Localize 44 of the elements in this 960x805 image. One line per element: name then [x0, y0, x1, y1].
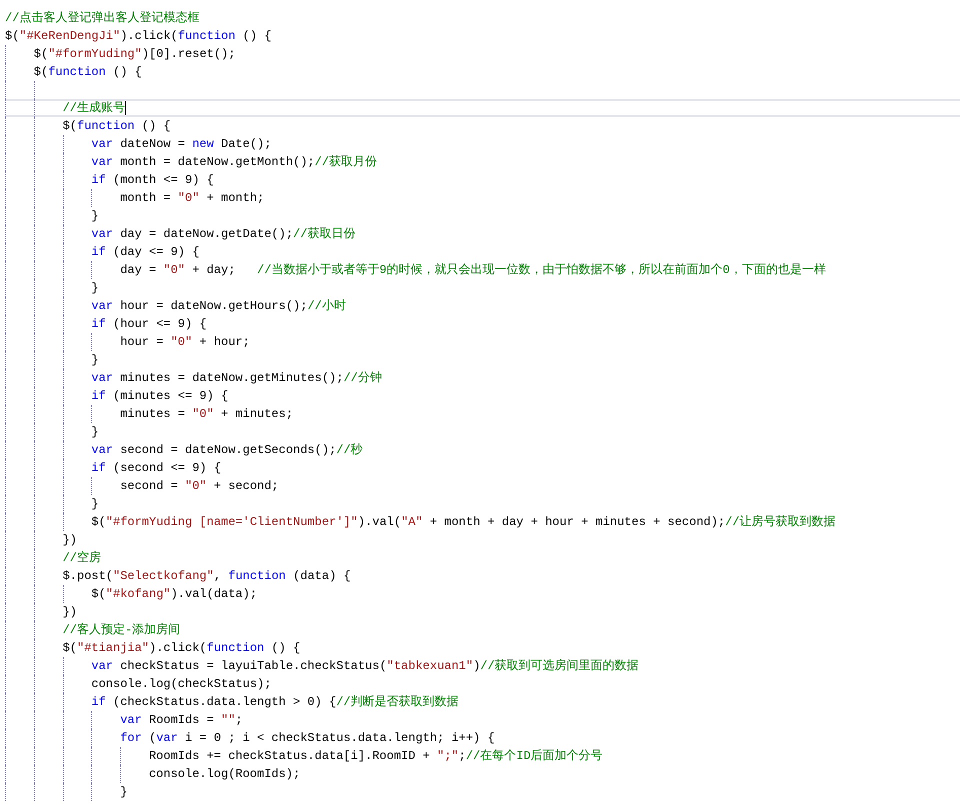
code-line: if (day <= 9) { [91, 245, 200, 259]
code-line: $(function () { [62, 119, 171, 133]
code-line: var day = dateNow.getDate();//获取日份 [91, 227, 356, 241]
code-line: if (hour <= 9) { [91, 317, 207, 331]
code-line: } [91, 425, 99, 439]
code-line: minutes = "0" + minutes; [120, 407, 294, 421]
code-line: } [91, 209, 99, 223]
code-line: if (checkStatus.data.length > 0) {//判断是否获取到数据 [91, 695, 459, 709]
code-line: }) [62, 533, 77, 547]
code-line: } [120, 785, 128, 799]
code-line: for (var i = 0 ; i < checkStatus.data.length; i++) { [120, 731, 495, 745]
code-line: $("#formYuding [name='ClientNumber']").val("A" + month + day + hour + minutes + second);//让房号获取到数据 [91, 515, 836, 529]
code-line: } [91, 497, 99, 511]
code-line: var second = dateNow.getSeconds();//秒 [91, 443, 363, 457]
code-line: //客人预定-添加房间 [62, 623, 180, 637]
code-line: console.log(checkStatus); [91, 677, 272, 691]
code-line: day = "0" + day; //当数据小于或者等于9的时候，就只会出现一位数，由于怕数据不够，所以在前面加个0，下面的也是一样 [120, 263, 826, 277]
code-line: if (minutes <= 9) { [91, 389, 228, 403]
code-line: if (month <= 9) { [91, 173, 214, 187]
code-line: $.post("Selectkofang", function (data) { [62, 569, 351, 583]
code-line: $("#KeRenDengJi").click(function () { [5, 29, 272, 43]
code-line: var checkStatus = layuiTable.checkStatus("tabkexuan1")//获取到可选房间里面的数据 [91, 659, 639, 673]
code-line: $("#tianjia").click(function () { [62, 641, 300, 655]
code-line: RoomIds += checkStatus.data[i].RoomID + ";";//在每个ID后面加个分号 [148, 749, 603, 763]
code-line: var minutes = dateNow.getMinutes();//分钟 [91, 371, 382, 385]
code-line: hour = "0" + hour; [120, 335, 250, 349]
code-line: month = "0" + month; [120, 191, 264, 205]
text-cursor [125, 101, 126, 115]
code-line: }) [62, 605, 77, 619]
code-line: var dateNow = new Date(); [91, 137, 272, 151]
code-line: } [91, 281, 99, 295]
code-line: var hour = dateNow.getHours();//小时 [91, 299, 346, 313]
code-line: } [91, 353, 99, 367]
code-line: $("#kofang").val(data); [91, 587, 258, 601]
code-line: //生成账号 [62, 101, 125, 115]
code-line: $("#formYuding")[0].reset(); [34, 47, 236, 61]
code-line: console.log(RoomIds); [148, 767, 300, 781]
code-line: $(function () { [34, 65, 142, 79]
code-line: second = "0" + second; [120, 479, 279, 493]
code-line: var month = dateNow.getMonth();//获取月份 [91, 155, 378, 169]
code-line: //空房 [62, 551, 101, 565]
code-line: if (second <= 9) { [91, 461, 222, 475]
code-line: var RoomIds = ""; [120, 713, 243, 727]
code-line: //点击客人登记弹出客人登记模态框 [5, 11, 200, 25]
